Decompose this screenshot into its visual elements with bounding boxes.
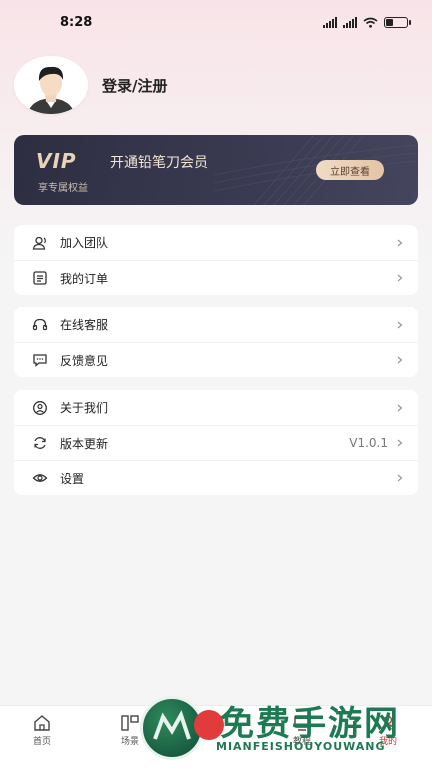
avatar-image <box>14 56 88 114</box>
wifi-icon <box>363 17 378 28</box>
vip-view-button[interactable]: 立即查看 <box>316 160 384 180</box>
menu-item-label: 在线客服 <box>60 318 109 332</box>
chevron-right-icon <box>397 404 403 411</box>
status-time: 8:28 <box>60 14 93 30</box>
tab-label: 场景 <box>120 737 139 747</box>
menu-item-online-service[interactable]: 在线客服 <box>14 307 418 342</box>
tab-label: 首页 <box>32 737 51 747</box>
tab-home[interactable]: 首页 <box>12 714 72 747</box>
watermark-title: 免费手游网 <box>220 704 400 744</box>
refresh-icon <box>32 435 48 451</box>
vip-title: 开通铅笔刀会员 <box>110 155 208 171</box>
watermark: 免费手游网 MIANFEISHOUYOUWANG <box>140 690 432 768</box>
scene-icon <box>121 715 139 731</box>
menu-item-settings[interactable]: 设置 <box>14 460 418 495</box>
status-bar: 8:28 <box>0 0 432 44</box>
menu-item-feedback[interactable]: 反馈意见 <box>14 342 418 377</box>
menu-item-join-team[interactable]: 加入团队 <box>14 225 418 260</box>
menu-item-label: 我的订单 <box>60 271 109 286</box>
vip-banner[interactable]: VIP 开通铅笔刀会员 享专属权益 立即查看 <box>14 135 418 205</box>
chevron-right-icon <box>397 439 403 447</box>
chevron-right-icon <box>397 274 403 282</box>
menu-item-version-update[interactable]: 版本更新 V1.0.1 <box>14 425 418 460</box>
signal-icon <box>323 16 337 28</box>
chevron-right-icon <box>397 474 403 482</box>
signal-icon-2 <box>343 16 357 28</box>
order-icon <box>32 270 48 286</box>
profile-section[interactable]: 登录/注册 <box>14 56 167 114</box>
headset-icon <box>32 317 48 333</box>
home-icon <box>34 715 50 731</box>
menu-item-my-orders[interactable]: 我的订单 <box>14 260 418 295</box>
chevron-right-icon <box>397 356 403 364</box>
menu-item-label: 设置 <box>60 471 85 486</box>
avatar[interactable] <box>14 56 88 114</box>
chevron-right-icon <box>397 321 403 328</box>
status-icons <box>323 16 411 28</box>
version-value: V1.0.1 <box>349 436 388 450</box>
menu-item-label: 加入团队 <box>60 236 109 250</box>
menu-group-3: 关于我们 版本更新 V1.0.1 设置 <box>14 390 418 495</box>
menu-item-label: 反馈意见 <box>60 353 109 368</box>
feedback-icon <box>32 352 48 368</box>
menu-group-1: 加入团队 我的订单 <box>14 225 418 295</box>
vip-logo: VIP <box>36 149 77 173</box>
eye-icon <box>32 470 48 486</box>
team-icon <box>32 235 48 251</box>
watermark-subtitle: MIANFEISHOUYOUWANG <box>216 740 386 753</box>
login-register-link[interactable]: 登录/注册 <box>102 75 167 96</box>
about-icon <box>32 400 48 416</box>
menu-item-label: 版本更新 <box>60 436 109 451</box>
vip-subtitle: 享专属权益 <box>38 183 88 194</box>
chevron-right-icon <box>397 239 403 246</box>
menu-item-about-us[interactable]: 关于我们 <box>14 390 418 425</box>
battery-icon <box>384 16 411 28</box>
menu-group-2: 在线客服 反馈意见 <box>14 307 418 377</box>
menu-item-label: 关于我们 <box>60 401 109 415</box>
